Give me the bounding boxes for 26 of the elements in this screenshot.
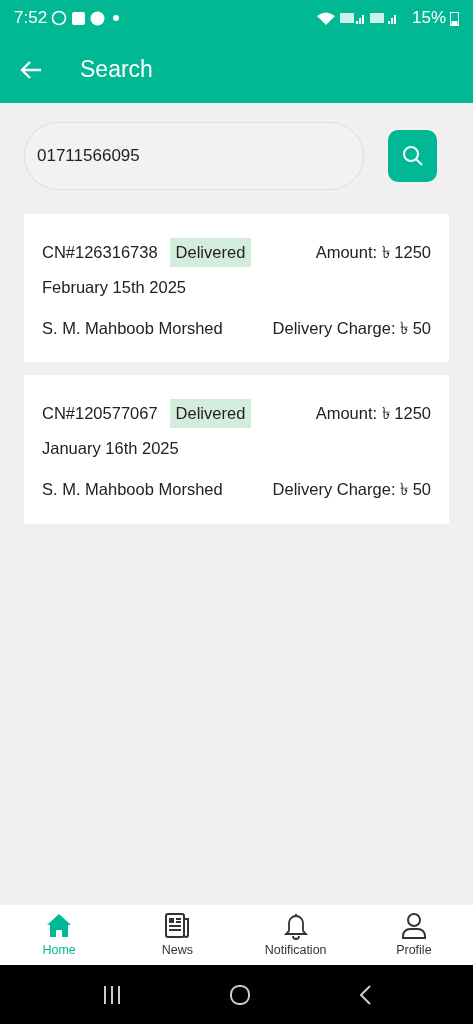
date-text: January 16th 2025 [42,439,179,457]
delivery-charge: Delivery Charge: ৳ 50 [272,317,431,339]
status-tag: Delivered [169,399,252,428]
amount-text: Amount: ৳ 1250 [315,242,431,263]
amount-text: Amount: ৳ 1250 [315,403,431,425]
status-tag: Delivered [169,238,252,267]
battery-icon [450,10,459,26]
recents-icon[interactable] [101,984,122,1005]
search-field[interactable]: 01711566095 [24,122,364,190]
consignment-number: CN#120577067 [42,403,158,425]
back-nav-icon[interactable] [357,983,372,1006]
nav-tab[interactable]: News [118,905,237,965]
result-card[interactable]: CN#126316738 Delivered Amount: ৳ 1250 February 15th 2025 S. M. Mahboob Morshed Delivery Charge: ৳ 50 [24,214,449,363]
delivery-charge: Delivery Charge: ৳ 50 [272,478,431,500]
consignment-number: CN#126316738 [42,242,158,263]
date-text: February 15th 2025 [42,277,186,296]
result-card[interactable]: CN#120577067 Delivered Amount: ৳ 1250 January 16th 2025 S. M. Mahboob Morshed Delivery Charge: ৳ 50 [24,375,449,524]
search-icon [401,145,424,167]
nav-tab[interactable]: Profile [354,905,473,965]
battery-percent: 15% [411,7,446,30]
customer-name: S. M. Mahboob Morshed [42,317,223,339]
dot-icon [113,15,120,21]
page-title: Search [80,55,153,84]
status-time: 7:52 [14,7,48,30]
customer-name: S. M. Mahboob Morshed [42,478,223,500]
nav-tab[interactable]: Notification [236,905,355,965]
